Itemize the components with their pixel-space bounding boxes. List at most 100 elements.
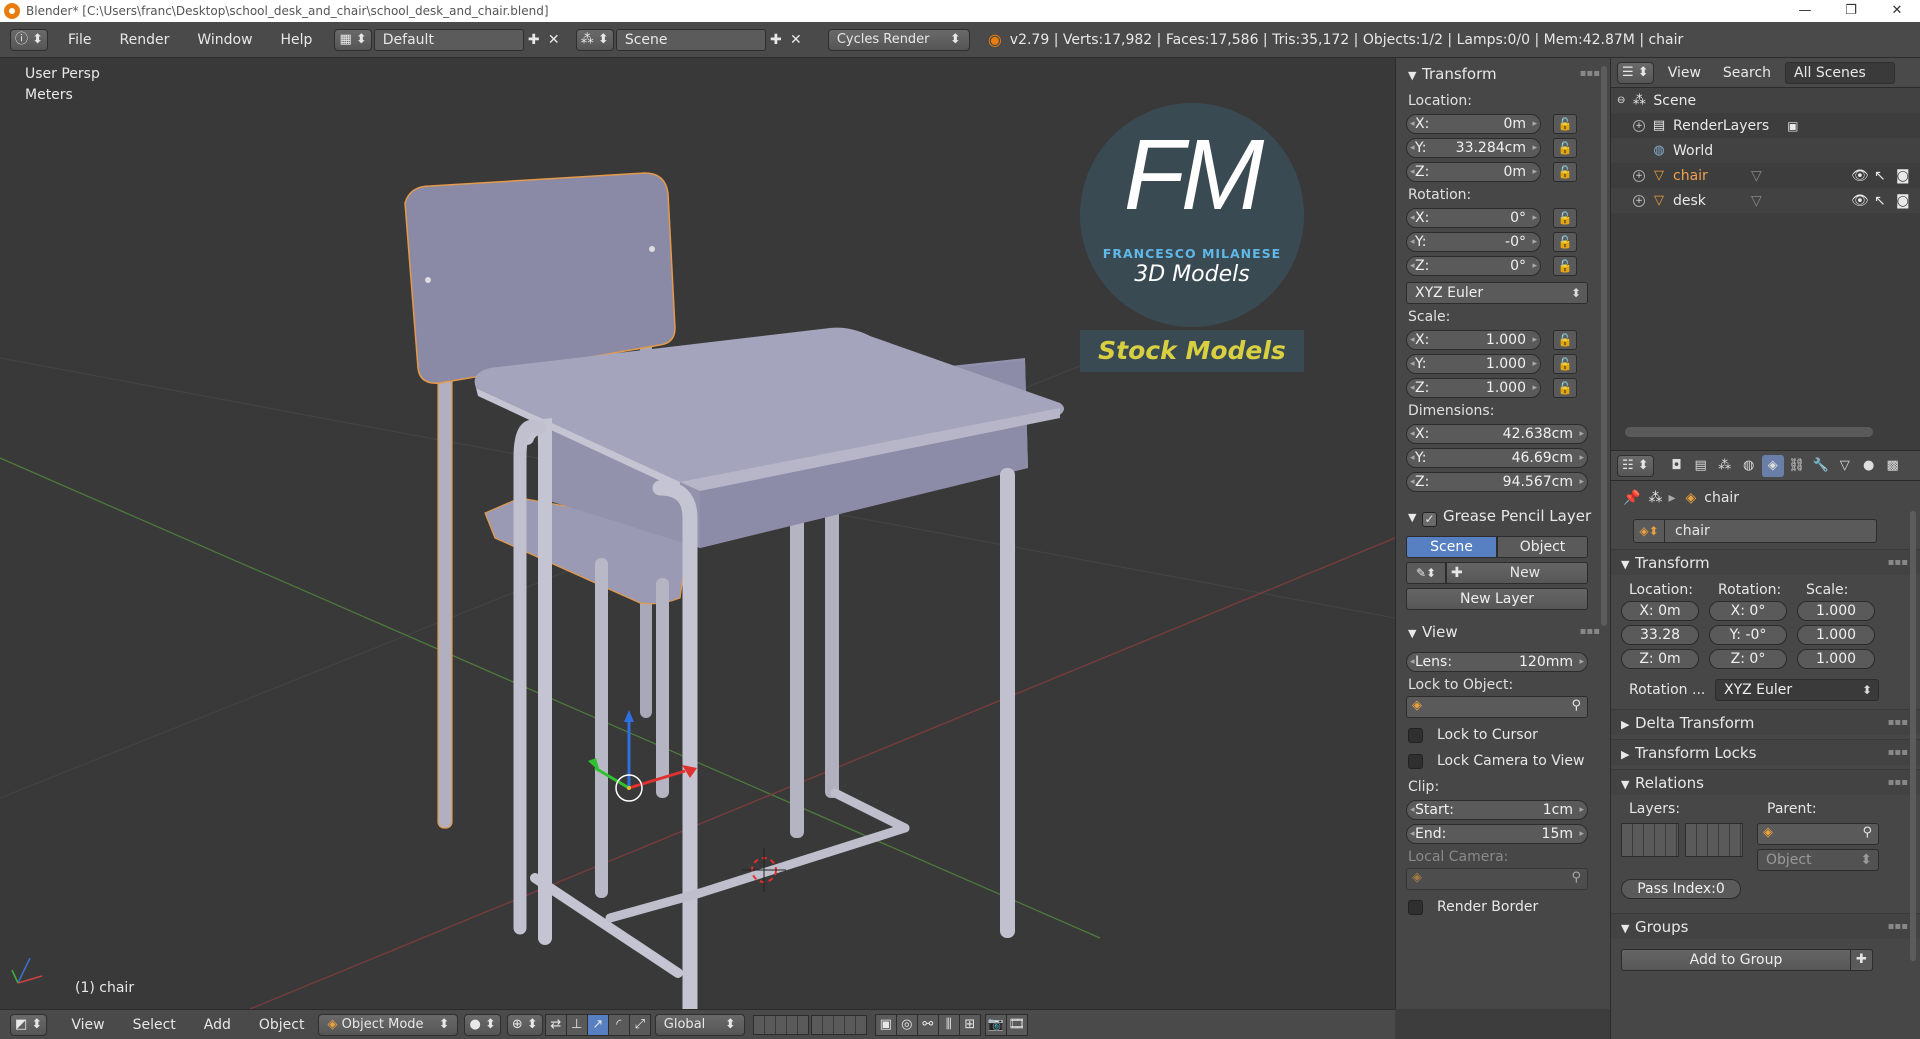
snap-element-icon[interactable]: ⫼ — [937, 1013, 960, 1036]
lock-icon[interactable]: 🔓 — [1553, 378, 1577, 398]
eyedropper-icon[interactable]: ⚲ — [1571, 870, 1581, 885]
object-scale-z-field[interactable]: 1.000 — [1797, 649, 1875, 669]
properties-editor-type-button[interactable]: ☷ ⬍ — [1617, 454, 1654, 477]
opengl-animation-icon[interactable]: 🎞 — [1005, 1013, 1028, 1036]
lock-icon[interactable]: 🔓 — [1553, 208, 1577, 228]
object-name-field[interactable]: chair — [1665, 519, 1877, 543]
data-tab-icon[interactable]: ▽ — [1834, 455, 1856, 477]
editor-type-info-button[interactable]: ⓘ ⬍ — [10, 28, 49, 51]
scene-tab-icon[interactable]: ⁂ — [1714, 455, 1736, 477]
selectability-arrow-icon[interactable]: ↖ — [1874, 168, 1886, 184]
3d-view-editor-type-button[interactable]: ◩ ⬍ — [10, 1013, 48, 1036]
eyedropper-icon[interactable]: ⚲ — [1862, 825, 1872, 840]
3d-viewport[interactable]: User Persp Meters (1) chair FM FRANCESCO… — [0, 58, 1395, 1009]
material-tab-icon[interactable]: ● — [1858, 455, 1880, 477]
render-tab-icon[interactable]: ◘ — [1666, 455, 1688, 477]
close-button[interactable]: ✕ — [1874, 0, 1920, 22]
lock-icon[interactable]: 🔓 — [1553, 330, 1577, 350]
visibility-eye-icon[interactable]: 👁 — [1851, 168, 1869, 184]
scene-field[interactable]: Scene — [615, 28, 766, 51]
remove-layout-icon[interactable]: ✕ — [544, 30, 564, 50]
menu-help[interactable]: Help — [267, 22, 327, 58]
layer-buttons-group-1[interactable] — [752, 1014, 809, 1035]
scale-z-field[interactable]: Z:1.000 — [1406, 378, 1541, 398]
remove-scene-icon[interactable]: ✕ — [786, 30, 806, 50]
lock-to-cursor-checkbox[interactable]: Lock to Cursor — [1396, 722, 1610, 748]
screen-layout-field[interactable]: Default — [373, 28, 524, 51]
lock-icon[interactable]: 🔓 — [1553, 114, 1577, 134]
minimize-button[interactable]: — — [1782, 0, 1828, 22]
layer-grid-right[interactable] — [1685, 823, 1743, 857]
grease-pencil-panel-header[interactable]: ▼ ✓ Grease Pencil Layer — [1396, 504, 1610, 528]
object-scale-x-field[interactable]: 1.000 — [1797, 601, 1875, 621]
layer-buttons[interactable] — [752, 1014, 867, 1035]
new-layer-button[interactable]: New Layer — [1406, 588, 1588, 610]
outliner-row-chair[interactable]: + ▽ chair ▽ 👁 ↖ ◙ — [1611, 163, 1920, 188]
eyedropper-icon[interactable]: ⚲ — [1571, 698, 1581, 713]
grease-pencil-object-tab[interactable]: Object — [1497, 536, 1588, 558]
add-scene-icon[interactable]: ✚ — [766, 30, 786, 50]
relations-panel-header[interactable]: ▼ Relations ▪▪▪ — [1611, 769, 1920, 795]
grease-pencil-checkbox[interactable]: ✓ — [1422, 512, 1437, 527]
pivot-point-select[interactable]: ⊕ ⬍ — [506, 1013, 543, 1036]
location-y-field[interactable]: Y:33.284cm — [1406, 138, 1541, 158]
location-x-field[interactable]: X:0m — [1406, 114, 1541, 134]
menu-object[interactable]: Object — [245, 1007, 319, 1039]
lock-icon[interactable]: 🔓 — [1553, 354, 1577, 374]
lock-icon[interactable]: 🔓 — [1553, 162, 1577, 182]
maximize-button[interactable]: ❐ — [1828, 0, 1874, 22]
view-panel-header[interactable]: ▼ View ▪▪▪ — [1396, 620, 1610, 644]
clip-end-field[interactable]: End:15m — [1406, 824, 1588, 844]
outliner-row-scene[interactable]: ⊖ ⁂ Scene — [1611, 88, 1920, 113]
render-layer-toggle-icon[interactable]: ▣ — [1787, 119, 1798, 133]
rotation-y-field[interactable]: Y:-0° — [1406, 232, 1541, 252]
lock-layers-icon[interactable]: ▣ — [874, 1013, 897, 1036]
dimension-y-field[interactable]: Y:46.69cm — [1406, 448, 1588, 468]
translate-manipulator-icon[interactable]: ⊥ — [565, 1013, 588, 1036]
desk-mesh[interactable] — [474, 327, 1065, 1009]
lock-icon[interactable]: 🔓 — [1553, 232, 1577, 252]
lock-icon[interactable]: 🔓 — [1553, 256, 1577, 276]
rotation-mode-select[interactable]: XYZ Euler — [1406, 282, 1588, 304]
render-engine-select[interactable]: Cycles Render ⬍ — [827, 28, 970, 51]
lock-icon[interactable]: 🔓 — [1553, 138, 1577, 158]
parent-type-select[interactable]: Object ⬍ — [1757, 849, 1879, 871]
scale-y-field[interactable]: Y:1.000 — [1406, 354, 1541, 374]
expand-icon[interactable]: + — [1633, 194, 1645, 207]
rotation-x-field[interactable]: X:0° — [1406, 208, 1541, 228]
selectability-arrow-icon[interactable]: ↖ — [1874, 193, 1886, 209]
object-rotation-y-field[interactable]: Y: -0° — [1709, 625, 1787, 645]
viewport-shading-select[interactable]: ● ⬍ — [464, 1013, 501, 1036]
menu-window[interactable]: Window — [183, 22, 266, 58]
object-location-x-field[interactable]: X: 0m — [1621, 601, 1699, 621]
delta-transform-panel-header[interactable]: ▶ Delta Transform ▪▪▪ — [1611, 709, 1920, 735]
object-location-z-field[interactable]: Z: 0m — [1621, 649, 1699, 669]
world-tab-icon[interactable]: ◍ — [1738, 455, 1760, 477]
object-rotation-z-field[interactable]: Z: 0° — [1709, 649, 1787, 669]
renderability-camera-icon[interactable]: ◙ — [1896, 168, 1910, 184]
new-grease-pencil-button[interactable]: ✚ New — [1446, 562, 1588, 584]
object-tab-icon[interactable]: ◈ — [1761, 454, 1784, 477]
lens-field[interactable]: Lens:120mm — [1406, 652, 1588, 672]
rotation-z-field[interactable]: Z:0° — [1406, 256, 1541, 276]
layer-buttons-group-2[interactable] — [810, 1014, 867, 1035]
snap-toggle-icon[interactable]: ⚯ — [916, 1013, 939, 1036]
transform-orientation-select[interactable]: Global ⬍ — [654, 1013, 745, 1036]
object-scale-y-field[interactable]: 1.000 — [1797, 625, 1875, 645]
layer-grid-left[interactable] — [1621, 823, 1679, 857]
scene-selector-button[interactable]: ⁂ ⬍ — [575, 28, 614, 51]
expand-icon[interactable]: + — [1633, 119, 1645, 132]
object-datablock-icon[interactable]: ◈⬍ — [1633, 519, 1665, 543]
menu-view[interactable]: View — [57, 1007, 118, 1039]
clip-start-field[interactable]: Start:1cm — [1406, 800, 1588, 820]
menu-render[interactable]: Render — [105, 22, 183, 58]
location-z-field[interactable]: Z:0m — [1406, 162, 1541, 182]
dimension-z-field[interactable]: Z:94.567cm — [1406, 472, 1588, 492]
object-location-y-field[interactable]: 33.28 — [1621, 625, 1699, 645]
object-transform-panel-header[interactable]: ▼ Transform ▪▪▪ — [1611, 549, 1920, 575]
outliner-horizontal-scrollbar[interactable] — [1625, 427, 1873, 437]
outliner-menu-view[interactable]: View — [1654, 55, 1715, 91]
object-rotation-x-field[interactable]: X: 0° — [1709, 601, 1787, 621]
properties-scrollbar[interactable] — [1910, 511, 1916, 961]
expand-icon[interactable]: + — [1633, 169, 1645, 182]
